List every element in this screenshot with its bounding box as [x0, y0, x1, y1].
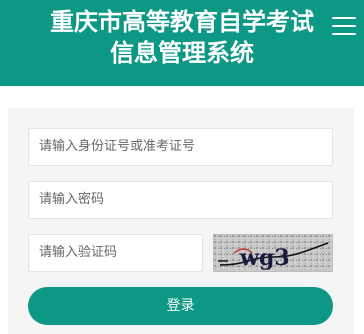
hamburger-menu-icon[interactable] — [332, 17, 356, 35]
captcha-image[interactable]: wg3 — [213, 234, 333, 272]
captcha-input[interactable]: 请输入验证码 — [28, 234, 203, 272]
site-title-line2: 信息管理系统 — [110, 38, 254, 67]
password-input[interactable]: 请输入密码 — [28, 181, 333, 219]
login-button[interactable]: 登录 — [28, 287, 333, 325]
app-header: 重庆市高等教育自学考试 信息管理系统 — [0, 0, 364, 86]
site-title-line1: 重庆市高等教育自学考试 — [50, 7, 314, 36]
id-number-input[interactable]: 请输入身份证号或准考证号 — [28, 128, 333, 166]
site-title: 重庆市高等教育自学考试 信息管理系统 — [38, 6, 326, 68]
